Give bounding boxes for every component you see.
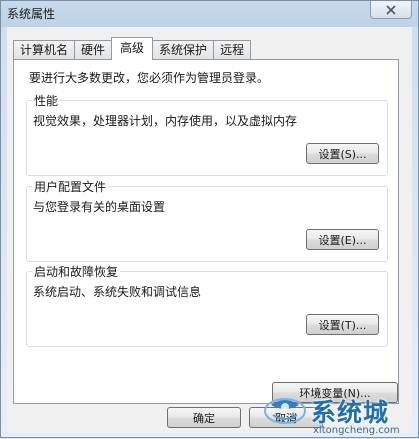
watermark-brand: 系统城 xyxy=(311,398,390,427)
user-profiles-group-title: 用户配置文件 xyxy=(32,178,109,195)
tab-computer-name[interactable]: 计算机名 xyxy=(13,40,76,59)
startup-recovery-settings-button[interactable]: 设置(T)... xyxy=(306,314,379,335)
title-bar[interactable]: 系统属性 xyxy=(1,1,418,27)
user-profiles-description: 与您登录有关的桌面设置 xyxy=(33,200,166,214)
user-profiles-settings-button[interactable]: 设置(E)... xyxy=(306,229,379,250)
tab-system-protection[interactable]: 系统保护 xyxy=(152,40,215,59)
watermark-url: xitongcheng.com xyxy=(313,425,400,436)
user-profiles-group: 用户配置文件 与您登录有关的桌面设置 设置(E)... xyxy=(26,178,388,262)
tab-remote[interactable]: 远程 xyxy=(213,40,252,59)
performance-group-title: 性能 xyxy=(32,92,61,109)
close-button[interactable] xyxy=(370,1,412,19)
performance-description: 视觉效果，处理器计划，内存使用，以及虚拟内存 xyxy=(33,114,298,128)
close-icon xyxy=(386,4,396,15)
watermark: 系统城 xitongcheng.com xyxy=(263,393,419,439)
performance-group: 性能 视觉效果，处理器计划，内存使用，以及虚拟内存 设置(S)... xyxy=(26,92,388,176)
advanced-tab-panel: 要进行大多数更改，您必须作为管理员登录。 性能 视觉效果，处理器计划，内存使用，… xyxy=(13,59,399,404)
performance-settings-button[interactable]: 设置(S)... xyxy=(306,143,379,164)
globe-logo-icon xyxy=(264,398,306,424)
tab-advanced[interactable]: 高级 xyxy=(111,37,154,60)
tab-strip: 计算机名 硬件 高级 系统保护 远程 xyxy=(13,37,252,60)
ok-button[interactable]: 确定 xyxy=(167,407,241,428)
system-properties-window: 系统属性 计算机名 硬件 高级 系统保护 远程 要进行大多数更改，您必须作为管理… xyxy=(0,0,419,438)
window-title: 系统属性 xyxy=(7,7,56,21)
tab-hardware[interactable]: 硬件 xyxy=(74,40,113,59)
dialog-client-area: 计算机名 硬件 高级 系统保护 远程 要进行大多数更改，您必须作为管理员登录。 … xyxy=(7,27,412,433)
startup-recovery-group: 启动和故障恢复 系统启动、系统失败和调试信息 设置(T)... xyxy=(26,263,388,347)
startup-recovery-group-title: 启动和故障恢复 xyxy=(32,263,121,280)
startup-recovery-description: 系统启动、系统失败和调试信息 xyxy=(33,285,202,299)
admin-notice: 要进行大多数更改，您必须作为管理员登录。 xyxy=(29,71,270,85)
